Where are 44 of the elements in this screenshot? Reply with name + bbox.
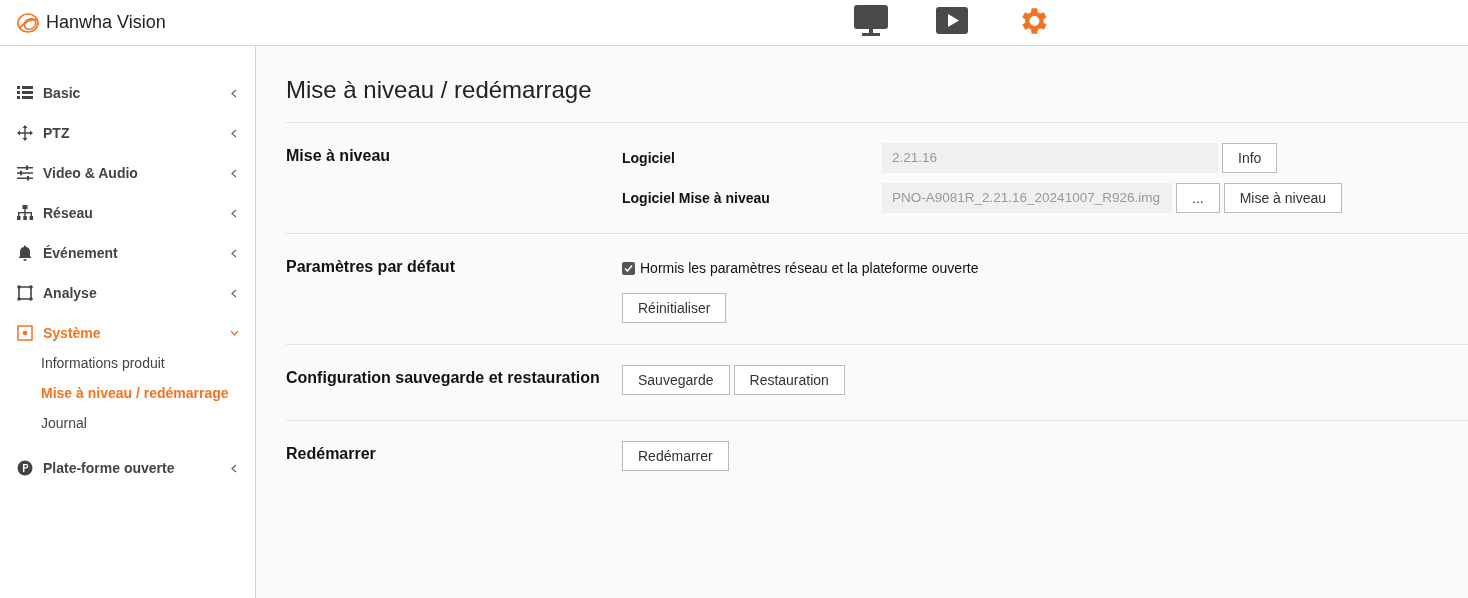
button[interactable]: Sauvegarde	[622, 365, 730, 395]
network-icon	[16, 204, 34, 222]
chevron-left-icon	[231, 463, 237, 473]
sidebar-item[interactable]: Analyse	[0, 273, 255, 313]
bell-icon	[16, 244, 34, 262]
sidebar-item[interactable]: Basic	[0, 73, 255, 113]
sidebar-item[interactable]: Plate-forme ouverte	[0, 448, 255, 488]
gear-box-icon	[16, 324, 34, 342]
play-icon[interactable]	[935, 4, 969, 36]
sidebar-item[interactable]: PTZ	[0, 113, 255, 153]
monitor-icon[interactable]	[854, 4, 888, 36]
sidebar-item[interactable]: Video & Audio	[0, 153, 255, 193]
section-title: Configuration sauvegarde et restauration	[286, 368, 601, 388]
page-title: Mise à niveau / redémarrage	[286, 74, 593, 105]
chevron-left-icon	[231, 288, 237, 298]
button[interactable]: ...	[1176, 183, 1220, 213]
logo-icon	[16, 11, 42, 34]
button[interactable]: Redémarrer	[622, 441, 729, 471]
button[interactable]: Info	[1222, 143, 1278, 173]
submenu-item[interactable]: Journal	[0, 408, 255, 438]
chevron-left-icon	[231, 168, 237, 178]
circle-p-icon	[16, 459, 34, 477]
section-title: Paramètres par défaut	[286, 257, 456, 277]
checkbox-label: Hormis les paramètres réseau et la plateforme ouverte	[640, 259, 979, 278]
chevron-left-icon	[231, 248, 237, 258]
move-icon	[16, 124, 34, 142]
sidebar-item[interactable]: Événement	[0, 233, 255, 273]
sliders-icon	[16, 164, 34, 182]
field-label: Logiciel Mise à niveau	[622, 188, 771, 208]
button[interactable]: Restauration	[733, 365, 845, 395]
chevron-left-icon	[231, 88, 237, 98]
list-icon	[16, 84, 34, 102]
checkbox[interactable]	[622, 262, 635, 275]
chevron-down-icon	[229, 330, 239, 336]
brand-name: Hanwha Vision	[46, 11, 166, 34]
chevron-left-icon	[231, 208, 237, 218]
chevron-left-icon	[231, 128, 237, 138]
sidebar-item[interactable]: Réseau	[0, 193, 255, 233]
button[interactable]: Mise à niveau	[1223, 183, 1343, 213]
button[interactable]: Réinitialiser	[622, 293, 727, 323]
section-title: Mise à niveau	[286, 146, 392, 166]
field-label: Logiciel	[622, 148, 676, 168]
section-title: Redémarrer	[286, 444, 377, 464]
frame-icon	[16, 284, 34, 302]
